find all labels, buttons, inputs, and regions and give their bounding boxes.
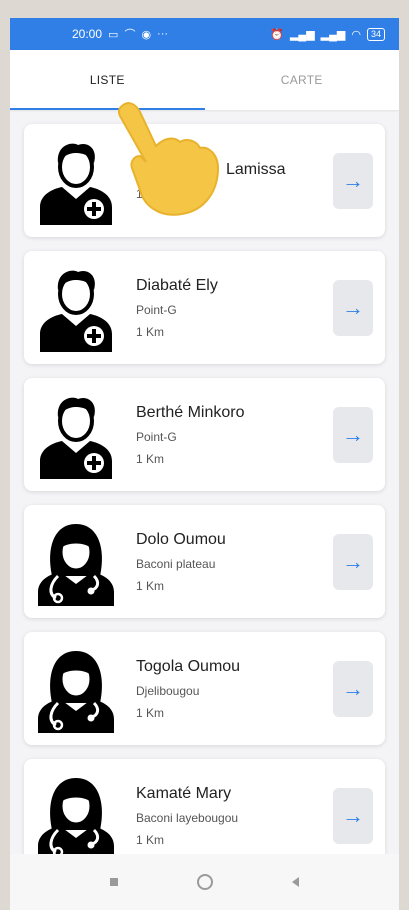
doctor-name: Berthé Minkoro <box>136 403 245 421</box>
signal-icon: ▂▄▆ <box>289 28 315 41</box>
alarm-icon: ⏰ <box>270 28 284 41</box>
screen-icon: ▭ <box>108 28 119 41</box>
female-doctor-icon <box>36 771 116 860</box>
doctor-card-2[interactable]: Diabaté Ely Point-G 1 Km → <box>24 251 385 364</box>
doctor-card-1[interactable]: Lamissa 1 K → <box>24 124 385 237</box>
male-doctor-icon <box>36 136 116 225</box>
doctor-card-5[interactable]: Togola Oumou Djelibougou 1 Km → <box>24 632 385 745</box>
doctor-list: Lamissa 1 K → Diabaté Ely Point-G 1 Km →… <box>10 110 399 872</box>
doctor-distance: 1 Km <box>136 324 165 339</box>
tab-liste[interactable]: LISTE <box>10 50 205 110</box>
signal-icon: ▂▄▆ <box>320 28 346 41</box>
doctor-name: Dolo Oumou <box>136 530 226 548</box>
female-doctor-icon <box>36 644 116 733</box>
arrow-right-button[interactable]: → <box>333 660 373 717</box>
time: 20:00 <box>72 27 103 41</box>
female-doctor-icon <box>36 517 116 606</box>
doctor-distance: 1 K <box>136 186 155 201</box>
battery-icon: 34 <box>366 27 385 41</box>
doctor-name: Kamaté Mary <box>136 784 232 802</box>
arrow-right-button[interactable]: → <box>333 787 373 844</box>
messenger-icon: ◉ <box>141 28 152 41</box>
navigation-bar <box>10 854 399 910</box>
doctor-card-3[interactable]: Berthé Minkoro Point-G 1 Km → <box>24 378 385 491</box>
doctor-distance: 1 Km <box>136 705 165 720</box>
doctor-name: Lamissa <box>226 160 286 178</box>
doctor-distance: 1 Km <box>136 832 165 847</box>
arrow-right-button[interactable]: → <box>333 533 373 590</box>
arrow-right-button[interactable]: → <box>333 152 373 209</box>
doctor-place: Djelibougou <box>136 683 200 698</box>
doctor-name: Togola Oumou <box>136 657 241 675</box>
status-bar: 20:00 ▭ ⌒ ◉ ··· ⏰ ▂▄▆ ▂▄▆ ◠ 34 <box>10 18 399 50</box>
male-doctor-icon <box>36 390 116 479</box>
doctor-card-4[interactable]: Dolo Oumou Baconi plateau 1 Km → <box>24 505 385 618</box>
doctor-distance: 1 Km <box>136 578 165 593</box>
male-doctor-icon <box>36 263 116 352</box>
back-icon[interactable] <box>292 877 300 887</box>
tab-bar: LISTE CARTE <box>10 50 399 110</box>
arrow-right-button[interactable]: → <box>333 279 373 336</box>
arrow-right-button[interactable]: → <box>333 406 373 463</box>
doctor-place: Point-G <box>136 302 177 317</box>
doctor-place: Baconi layebougou <box>136 810 239 825</box>
wifi-icon: ◠ <box>351 28 361 41</box>
more-icon: ··· <box>157 28 169 40</box>
doctor-name: Diabaté Ely <box>136 276 218 294</box>
doctor-distance: 1 Km <box>136 451 165 466</box>
tab-carte[interactable]: CARTE <box>205 50 400 110</box>
doctor-place: Baconi plateau <box>136 556 216 571</box>
recent-apps-icon[interactable] <box>109 878 118 886</box>
doctor-place: Point-G <box>136 429 177 444</box>
phone-screen: 20:00 ▭ ⌒ ◉ ··· ⏰ ▂▄▆ ▂▄▆ ◠ 34 LISTE CAR… <box>10 18 399 910</box>
signal-arrow-icon: ⌒ <box>124 29 136 41</box>
home-icon[interactable] <box>196 874 213 890</box>
